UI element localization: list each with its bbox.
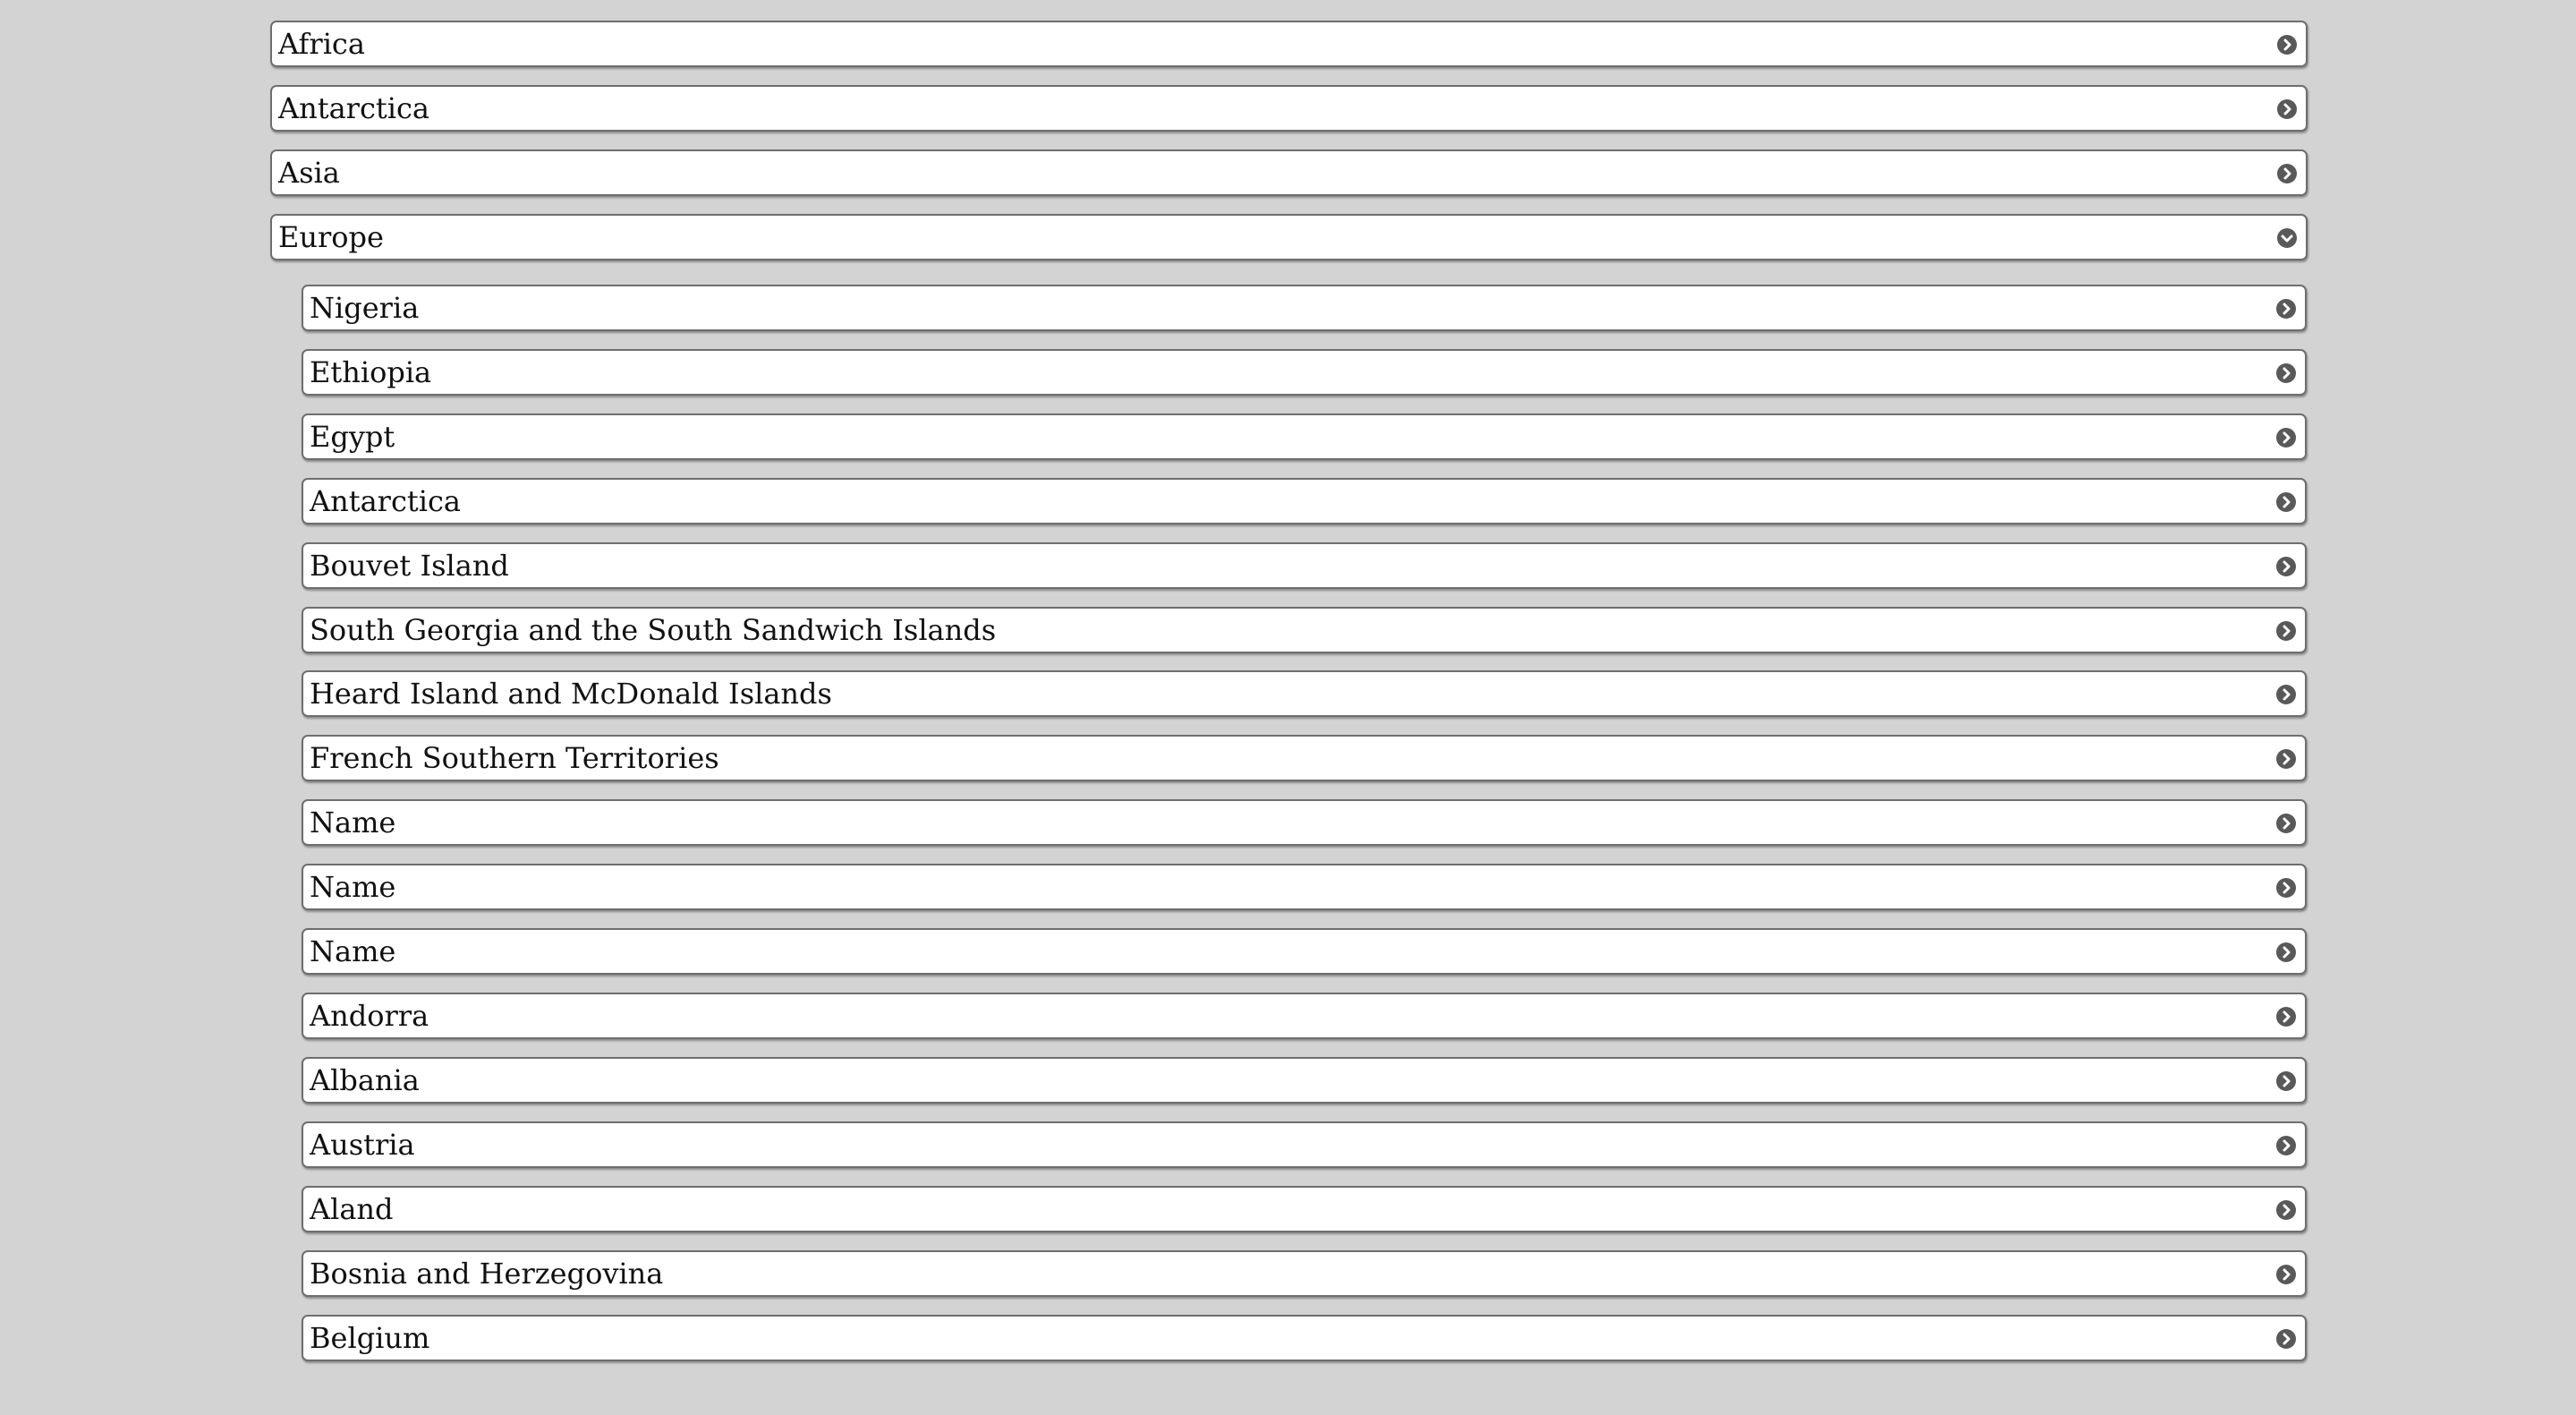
country-item[interactable]: Name — [302, 799, 2307, 846]
country-label: Aland — [310, 1192, 394, 1226]
country-label: Name — [310, 934, 396, 968]
chevron-right-icon — [2276, 878, 2296, 898]
chevron-right-icon — [2276, 557, 2296, 576]
chevron-right-icon — [2276, 428, 2296, 448]
country-label: Name — [310, 870, 396, 904]
chevron-right-icon — [2277, 99, 2297, 119]
region-item-antarctica[interactable]: Antarctica — [270, 85, 2308, 132]
country-item[interactable]: Bosnia and Herzegovina — [302, 1250, 2307, 1297]
country-item[interactable]: Name — [302, 864, 2307, 910]
country-item[interactable]: Belgium — [302, 1315, 2307, 1361]
country-label: Nigeria — [310, 291, 420, 325]
country-label: Heard Island and McDonald Islands — [310, 677, 832, 711]
chevron-right-icon — [2276, 1200, 2296, 1220]
country-item[interactable]: Heard Island and McDonald Islands — [302, 670, 2307, 717]
chevron-right-icon — [2276, 621, 2296, 641]
region-label: Europe — [278, 220, 384, 254]
chevron-right-icon — [2276, 1265, 2296, 1284]
region-item-europe[interactable]: Europe — [270, 214, 2308, 260]
region-label: Antarctica — [278, 91, 429, 125]
chevron-down-icon — [2277, 228, 2297, 248]
country-item[interactable]: Nigeria — [302, 285, 2307, 331]
country-item[interactable]: Albania — [302, 1057, 2307, 1104]
region-label: Africa — [278, 27, 365, 61]
chevron-right-icon — [2276, 942, 2296, 962]
chevron-right-icon — [2276, 492, 2296, 512]
region-label: Asia — [278, 156, 340, 190]
country-item[interactable]: French Southern Territories — [302, 735, 2307, 781]
country-label: Egypt — [310, 420, 395, 454]
chevron-right-icon — [2276, 1007, 2296, 1027]
chevron-right-icon — [2276, 749, 2296, 769]
country-label: Name — [310, 806, 396, 840]
country-item[interactable]: Egypt — [302, 413, 2307, 460]
country-item[interactable]: South Georgia and the South Sandwich Isl… — [302, 607, 2307, 653]
country-label: Belgium — [310, 1321, 430, 1355]
chevron-right-icon — [2276, 299, 2296, 319]
country-item[interactable]: Name — [302, 928, 2307, 975]
country-item[interactable]: Bouvet Island — [302, 542, 2307, 589]
country-item[interactable]: Aland — [302, 1186, 2307, 1232]
country-item[interactable]: Ethiopia — [302, 349, 2307, 396]
country-label: Antarctica — [310, 484, 461, 518]
chevron-right-icon — [2277, 164, 2297, 183]
region-item-asia[interactable]: Asia — [270, 149, 2308, 196]
country-item[interactable]: Austria — [302, 1121, 2307, 1168]
country-label: Bouvet Island — [310, 549, 509, 583]
region-item-africa[interactable]: Africa — [270, 21, 2308, 67]
country-label: Ethiopia — [310, 355, 432, 389]
country-item[interactable]: Antarctica — [302, 478, 2307, 524]
country-item[interactable]: Andorra — [302, 993, 2307, 1039]
country-label: Albania — [310, 1063, 420, 1097]
chevron-right-icon — [2276, 1329, 2296, 1349]
country-label: Andorra — [310, 999, 429, 1033]
country-label: South Georgia and the South Sandwich Isl… — [310, 613, 997, 647]
chevron-right-icon — [2276, 685, 2296, 704]
chevron-right-icon — [2277, 35, 2297, 55]
chevron-right-icon — [2276, 1136, 2296, 1155]
chevron-right-icon — [2276, 1071, 2296, 1091]
chevron-right-icon — [2276, 363, 2296, 383]
chevron-right-icon — [2276, 814, 2296, 833]
country-label: French Southern Territories — [310, 741, 719, 775]
country-label: Austria — [310, 1128, 415, 1162]
country-label: Bosnia and Herzegovina — [310, 1257, 664, 1291]
